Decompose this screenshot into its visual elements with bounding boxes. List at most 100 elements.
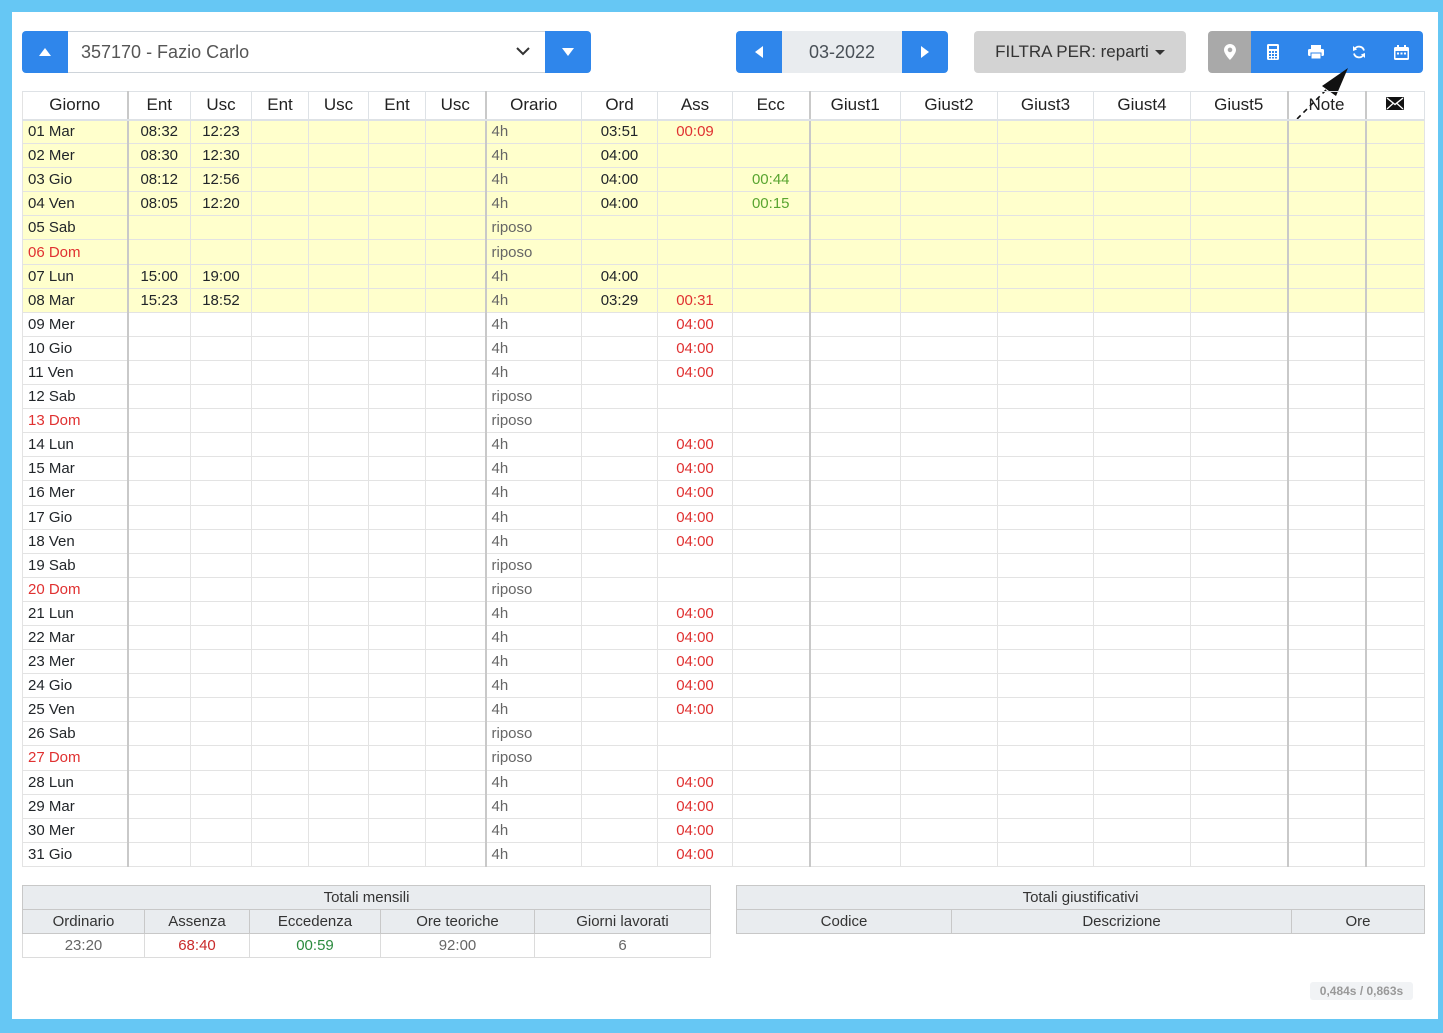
justification-cell[interactable] [997, 721, 1094, 747]
excess-cell[interactable] [732, 384, 811, 410]
col-header[interactable]: Giust5 [1190, 91, 1289, 121]
day-cell[interactable]: 17 Gio [22, 505, 128, 530]
absence-cell[interactable] [657, 577, 733, 602]
mail-cell[interactable] [1365, 794, 1425, 819]
justification-cell[interactable] [1190, 697, 1289, 723]
exit-cell[interactable] [308, 288, 369, 313]
justification-cell[interactable] [900, 794, 998, 819]
exit-cell[interactable]: 19:00 [190, 264, 252, 289]
entry-cell[interactable] [251, 721, 309, 747]
justification-cell[interactable] [809, 529, 901, 554]
entry-cell[interactable] [251, 505, 309, 530]
note-cell[interactable] [1287, 770, 1367, 795]
justification-cell[interactable] [1093, 167, 1191, 193]
absence-cell[interactable] [657, 384, 733, 410]
mail-cell[interactable] [1365, 818, 1425, 843]
day-cell[interactable]: 27 Dom [22, 745, 128, 771]
table-row[interactable]: 02 Mer 08:30 12:30 4h 04:00 [22, 143, 1425, 169]
entry-cell[interactable] [368, 697, 426, 723]
entry-cell[interactable] [126, 697, 191, 723]
mail-cell[interactable] [1365, 456, 1425, 482]
entry-cell[interactable] [368, 745, 426, 771]
justification-cell[interactable] [1093, 312, 1191, 337]
exit-cell[interactable] [425, 312, 487, 337]
justification-cell[interactable] [1093, 456, 1191, 482]
entry-cell[interactable] [126, 673, 191, 699]
justification-cell[interactable] [809, 553, 901, 578]
table-row[interactable]: 05 Sab riposo [22, 215, 1425, 241]
justification-cell[interactable] [1093, 601, 1191, 626]
table-row[interactable]: 29 Mar 4h 04:00 [22, 794, 1425, 819]
justification-cell[interactable] [809, 384, 901, 410]
table-row[interactable]: 16 Mer 4h 04:00 [22, 480, 1425, 506]
entry-cell[interactable] [368, 143, 426, 169]
excess-cell[interactable] [732, 529, 811, 554]
day-cell[interactable]: 04 Ven [22, 191, 128, 217]
col-header[interactable]: Usc [190, 91, 252, 121]
exit-cell[interactable] [190, 649, 252, 675]
justification-cell[interactable] [809, 432, 901, 458]
exit-cell[interactable] [308, 408, 369, 434]
entry-cell[interactable] [251, 119, 309, 145]
justification-cell[interactable] [900, 119, 998, 145]
justification-cell[interactable] [1190, 167, 1289, 193]
entry-cell[interactable] [368, 577, 426, 602]
justification-cell[interactable] [900, 818, 998, 843]
entry-cell[interactable]: 08:32 [126, 119, 191, 145]
ordinary-cell[interactable] [581, 625, 658, 651]
justification-cell[interactable] [997, 336, 1094, 361]
mail-cell[interactable] [1365, 336, 1425, 361]
table-row[interactable]: 30 Mer 4h 04:00 [22, 818, 1425, 843]
ordinary-cell[interactable] [581, 577, 658, 602]
entry-cell[interactable] [368, 721, 426, 747]
note-cell[interactable] [1287, 601, 1367, 626]
entry-cell[interactable] [251, 191, 309, 217]
exit-cell[interactable] [190, 384, 252, 410]
exit-cell[interactable] [190, 408, 252, 434]
justification-cell[interactable] [1093, 143, 1191, 169]
note-cell[interactable] [1287, 697, 1367, 723]
calendar-button[interactable] [1380, 31, 1423, 73]
absence-cell[interactable]: 04:00 [657, 336, 733, 361]
justification-cell[interactable] [809, 673, 901, 699]
justification-cell[interactable] [997, 288, 1094, 313]
employee-select[interactable]: 357170 - Fazio Carlo [68, 31, 545, 73]
absence-cell[interactable] [657, 721, 733, 747]
justification-cell[interactable] [900, 529, 998, 554]
note-cell[interactable] [1287, 480, 1367, 506]
justification-cell[interactable] [900, 408, 998, 434]
col-header[interactable]: Ecc [732, 91, 811, 121]
entry-cell[interactable] [251, 745, 309, 771]
justification-cell[interactable] [1190, 770, 1289, 795]
absence-cell[interactable]: 04:00 [657, 770, 733, 795]
note-cell[interactable] [1287, 673, 1367, 699]
ordinary-cell[interactable] [581, 770, 658, 795]
day-cell[interactable]: 08 Mar [22, 288, 128, 313]
entry-cell[interactable] [368, 553, 426, 578]
justification-cell[interactable] [997, 480, 1094, 506]
justification-cell[interactable] [997, 119, 1094, 145]
entry-cell[interactable] [251, 553, 309, 578]
entry-cell[interactable] [126, 770, 191, 795]
ordinary-cell[interactable] [581, 553, 658, 578]
entry-cell[interactable] [126, 360, 191, 386]
excess-cell[interactable] [732, 794, 811, 819]
table-row[interactable]: 20 Dom riposo [22, 577, 1425, 602]
table-row[interactable]: 09 Mer 4h 04:00 [22, 312, 1425, 337]
excess-cell[interactable] [732, 577, 811, 602]
entry-cell[interactable] [368, 191, 426, 217]
schedule-cell[interactable]: 4h [485, 673, 582, 699]
absence-cell[interactable]: 04:00 [657, 312, 733, 337]
justification-cell[interactable] [1190, 818, 1289, 843]
justification-cell[interactable] [1190, 191, 1289, 217]
schedule-cell[interactable]: 4h [485, 649, 582, 675]
entry-cell[interactable] [126, 577, 191, 602]
justification-cell[interactable] [809, 601, 901, 626]
exit-cell[interactable] [425, 505, 487, 530]
mail-cell[interactable] [1365, 408, 1425, 434]
exit-cell[interactable] [308, 215, 369, 241]
justification-cell[interactable] [809, 842, 901, 867]
schedule-cell[interactable]: 4h [485, 625, 582, 651]
day-cell[interactable]: 16 Mer [22, 480, 128, 506]
justification-cell[interactable] [900, 553, 998, 578]
